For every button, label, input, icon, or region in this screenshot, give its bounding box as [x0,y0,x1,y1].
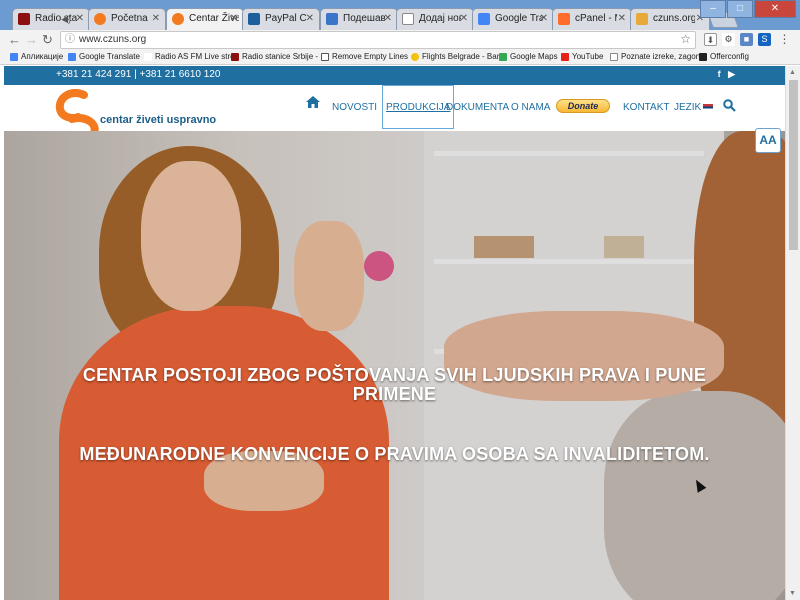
close-window-button[interactable]: ✕ [754,0,796,18]
page-icon [144,53,152,61]
hero-heading-line-1: CENTAR POSTOJI ZBOG POŠTOVANJA SVIH LJUD… [82,365,707,385]
czuns-favicon-icon [94,13,106,25]
donate-button[interactable]: Donate [556,99,610,113]
facebook-icon[interactable]: f [718,69,721,79]
close-tab-icon[interactable]: ✕ [230,9,238,29]
phone-numbers[interactable]: +381 21 424 291 | +381 21 6610 120 [56,69,220,80]
serbian-flag-icon [703,103,714,111]
site-header: centar živeti uspravno NOVOSTI PRODUKCIJ… [4,85,785,145]
bookmark-google-translate[interactable]: Google Translate [68,52,140,61]
browser-tab-strip: Radio sta ◀) ✕ Početna ✕ Centar Živeti ✕… [0,0,800,31]
extension-onenote-icon[interactable]: ■ [740,33,753,46]
tab-podesavanja[interactable]: Подешавањ ✕ [320,8,398,30]
nav-produkcija[interactable]: PRODUKCIJA [382,85,455,129]
nav-dokumenta[interactable]: DOKUMENTA [446,102,509,113]
maximize-button[interactable]: □ [727,0,753,18]
address-bar[interactable]: ⓘ www.czuns.org ☆ [60,31,696,49]
jezik-label: JEZIK [674,102,702,113]
extension-download-icon[interactable]: ⬇ [704,33,717,46]
address-bar-url: www.czuns.org [79,34,147,45]
youtube-icon[interactable]: ▶ [728,69,735,79]
bookmark-google-maps[interactable]: Google Maps [499,52,558,61]
bookmark-radio-stanice[interactable]: Radio stanice Srbije - [231,52,318,61]
youtube-icon [561,53,569,61]
offerconfig-icon [699,53,707,61]
bookmark-youtube[interactable]: YouTube [561,52,603,61]
tab-centar-ziveti[interactable]: Centar Živeti ✕ [166,8,244,31]
bookmark-poznate-izreke[interactable]: Poznate izreke, zagon [610,52,700,61]
bookmarks-bar: Апликације Google Translate Radio AS FM … [0,50,800,65]
reload-icon[interactable]: ↻ [42,32,53,48]
home-icon[interactable] [306,95,320,109]
close-tab-icon[interactable]: ✕ [152,9,160,29]
close-tab-icon[interactable]: ✕ [540,9,548,29]
scrollbar-thumb[interactable] [789,80,798,250]
bookmark-remove-empty-lines[interactable]: Remove Empty Lines [321,52,408,61]
text-tool-icon [321,53,329,61]
tab-pocetna[interactable]: Početna ✕ [88,8,166,30]
page-info-icon[interactable]: ⓘ [65,32,75,48]
bookmark-offerconfig[interactable]: Offerconfig [699,52,749,61]
contact-top-bar: +381 21 424 291 | +381 21 6610 120 f ▶ [4,66,785,85]
google-translate-favicon-icon [478,13,490,25]
search-icon[interactable] [723,99,736,112]
close-tab-icon[interactable]: ✕ [460,9,468,29]
bookmark-star-icon[interactable]: ☆ [680,31,691,47]
google-maps-icon [499,53,507,61]
nav-jezik[interactable]: JEZIK [674,102,714,113]
tab-cpanel[interactable]: cPanel - Ma ✕ [552,8,632,30]
scroll-up-icon[interactable]: ▲ [789,69,796,76]
browser-toolbar: ← → ↻ ⓘ www.czuns.org ☆ ⬇ ⚙ ■ S ⋮ [0,30,800,50]
lightbulb-icon [411,53,419,61]
phpmyadmin-favicon-icon [636,13,648,25]
audio-icon: ◀) [61,14,71,24]
window-controls: – □ ✕ [699,0,796,18]
nav-novosti[interactable]: NOVOSTI [332,102,377,113]
cpanel-favicon-icon [558,13,570,25]
extension-blue-icon[interactable]: S [758,33,771,46]
scroll-down-icon[interactable]: ▼ [789,590,796,597]
radio-icon [231,53,239,61]
bookmark-radio-as-fm[interactable]: Radio AS FM Live stre [144,52,235,61]
page-scrollbar[interactable]: ▲ ▼ [785,66,800,600]
hero-heading-line-3: MEĐUNARODNE KONVENCIJE O PRAVIMA OSOBA S… [79,444,710,464]
nav-o-nama[interactable]: O NAMA [511,102,550,113]
tab-paypal[interactable]: PayPal Chec ✕ [242,8,320,30]
font-size-button[interactable]: AA [755,128,781,153]
czuns-favicon-icon [172,13,184,25]
google-translate-icon [68,53,76,61]
logo-text[interactable]: centar živeti uspravno [100,114,216,126]
close-tab-icon[interactable]: ✕ [306,9,314,29]
minimize-button[interactable]: – [700,0,726,18]
forward-arrow-icon[interactable]: → [25,32,38,47]
menu-dots-icon[interactable]: ⋮ [778,33,791,46]
bookmark-apps[interactable]: Апликације [10,52,63,61]
tab-dodaj-novi[interactable]: Додај нови ✕ [396,8,474,30]
social-links: f ▶ [718,69,735,80]
close-tab-icon[interactable]: ✕ [76,9,84,29]
close-tab-icon[interactable]: ✕ [384,9,392,29]
extension-puzzle-icon[interactable]: ⚙ [722,33,735,46]
page-icon [610,53,618,61]
page-favicon-icon [402,13,414,25]
back-arrow-icon[interactable]: ← [8,32,21,47]
close-tab-icon[interactable]: ✕ [618,9,626,29]
paypal-favicon-icon [248,13,260,25]
tab-google-translate[interactable]: Google Trans ✕ [472,8,554,30]
hero-banner: CENTAR POSTOJI ZBOG POŠTOVANJA SVIH LJUD… [4,131,785,600]
settings-favicon-icon [326,13,338,25]
hero-heading-line-2: PRIMENE [352,384,437,404]
tab-czuns-phpmyadmin[interactable]: czuns.org / ✕ [630,8,710,30]
radio-favicon-icon [18,13,30,25]
apps-grid-icon [10,53,18,61]
tab-radio[interactable]: Radio sta ◀) ✕ [12,8,90,30]
web-page: +381 21 424 291 | +381 21 6610 120 f ▶ c… [4,66,785,600]
bookmark-flights-belgrade[interactable]: Flights Belgrade - Bar [411,52,499,61]
nav-kontakt[interactable]: KONTAKT [623,102,669,113]
